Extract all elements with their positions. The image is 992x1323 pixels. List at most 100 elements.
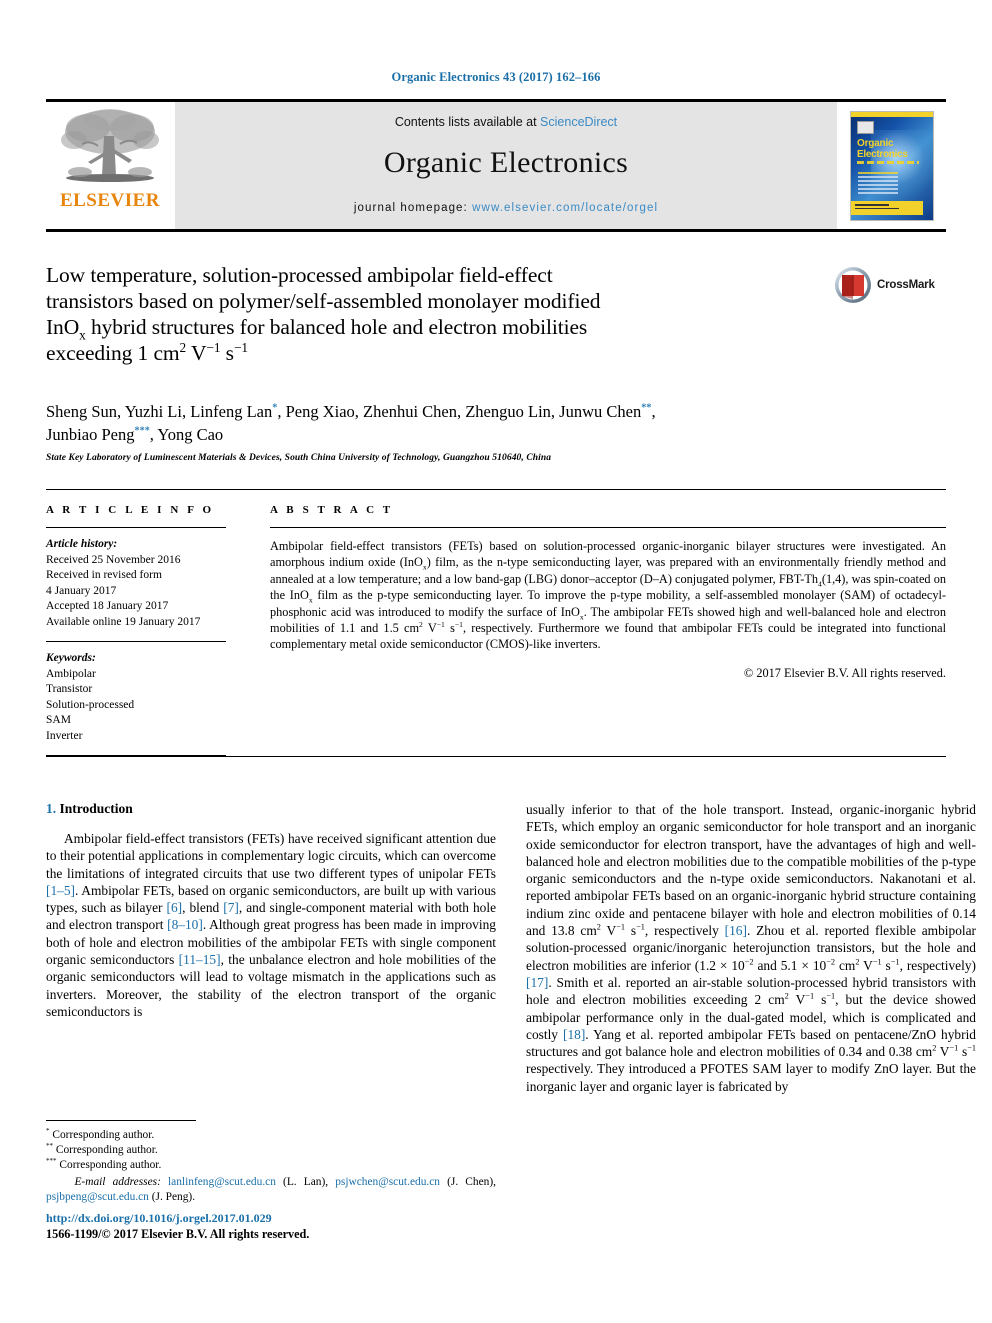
- body-column-left: 1. Introduction Ambipolar field-effect t…: [46, 801, 496, 1095]
- citation-1-5[interactable]: [1–5]: [46, 883, 75, 898]
- body-columns: 1. Introduction Ambipolar field-effect t…: [46, 801, 976, 1095]
- citation-7[interactable]: [7]: [223, 900, 239, 915]
- lcol-a: Ambipolar field-effect transistors (FETs…: [46, 831, 496, 881]
- title-line-2: transistors based on polymer/self-assemb…: [46, 289, 601, 313]
- title-line-3a: InO: [46, 315, 80, 339]
- cover-image: Organic Electronics: [850, 110, 934, 221]
- crossmark-label: CrossMark: [877, 279, 935, 291]
- rcol-f: and 5.1 × 10: [753, 957, 827, 973]
- authors-line1b: , Peng Xiao, Zhenhui Chen, Zhenguo Lin, …: [277, 402, 642, 421]
- email-link-chen[interactable]: psjwchen@scut.edu.cn: [335, 1176, 440, 1188]
- rcol-m: s: [814, 992, 827, 1008]
- email-link-lan[interactable]: lanlinfeng@scut.edu.cn: [168, 1176, 276, 1188]
- history-item-3: Accepted 18 January 2017: [46, 600, 169, 612]
- rcol-b: V: [600, 923, 617, 939]
- rcol-sup-8: −1: [890, 957, 900, 967]
- homepage-prefix: journal homepage:: [353, 202, 473, 214]
- journal-homepage-link[interactable]: www.elsevier.com/locate/orgel: [472, 202, 658, 214]
- affiliation: State Key Laboratory of Luminescent Mate…: [46, 453, 552, 463]
- history-item-1: Received in revised form: [46, 569, 162, 581]
- elsevier-tree-icon: [61, 109, 159, 182]
- cover-small-logo: [857, 120, 874, 134]
- rcol-sup-10: −1: [805, 991, 815, 1001]
- keyword-0: Ambipolar: [46, 667, 96, 680]
- citation-6[interactable]: [6]: [167, 900, 183, 915]
- rcol-c: s: [625, 923, 637, 939]
- footnote-emails: E-mail addresses: lanlinfeng@scut.edu.cn…: [46, 1175, 496, 1205]
- issn-copyright-line: 1566-1199/© 2017 Elsevier B.V. All right…: [46, 1227, 310, 1241]
- history-item-4: Available online 19 January 2017: [46, 615, 201, 628]
- keyword-2: Solution-processed: [46, 698, 135, 711]
- article-history-label: Article history:: [46, 538, 118, 550]
- citation-16[interactable]: [16]: [725, 923, 747, 938]
- lcol-c: , blend: [182, 900, 224, 916]
- rcol-sup-7: −1: [872, 957, 882, 967]
- citation-11-15[interactable]: [11–15]: [179, 952, 221, 967]
- rcol-l: V: [788, 992, 806, 1008]
- author-star-2[interactable]: **: [641, 403, 651, 414]
- keyword-4: Inverter: [46, 729, 83, 742]
- doi-block: http://dx.doi.org/10.1016/j.orgel.2017.0…: [46, 1210, 506, 1242]
- running-head: Organic Electronics 43 (2017) 162–166: [391, 70, 601, 84]
- title-block: Low temperature, solution-processed ambi…: [46, 262, 946, 382]
- author-list: Sheng Sun, Yuzhi Li, Linfeng Lan*, Peng …: [46, 400, 946, 446]
- authors-line2a: Junbiao Peng: [46, 425, 135, 444]
- section-title: Introduction: [59, 801, 133, 816]
- abstract-column: A B S T R A C T Ambipolar field-effect t…: [242, 490, 946, 756]
- keywords-block: Keywords: Ambipolar Transistor Solution-…: [46, 642, 226, 755]
- rcol-sup-5: −2: [826, 957, 836, 967]
- masthead-center: Contents lists available at ScienceDirec…: [174, 102, 838, 229]
- rcol-sup-2: −1: [616, 922, 626, 932]
- rcol-r: respectively. They introduced a PFOTES S…: [526, 1061, 976, 1094]
- info-abstract-bottom-rule: [46, 756, 946, 757]
- paper-page: Organic Electronics 43 (2017) 162–166 EL…: [0, 0, 992, 1323]
- journal-homepage-line: journal homepage: www.elsevier.com/locat…: [354, 202, 658, 214]
- cover-title-line2: Electronics: [857, 148, 908, 160]
- email-owner-lan: (L. Lan),: [275, 1175, 336, 1188]
- title-line-3b: hybrid structures for balanced hole and …: [85, 315, 588, 339]
- abs-seg-f: V: [422, 621, 437, 636]
- crossmark-icon: [834, 266, 872, 304]
- abstract-heading: A B S T R A C T: [270, 504, 394, 516]
- email-owner-chen: (J. Chen),: [440, 1175, 496, 1188]
- sciencedirect-link[interactable]: ScienceDirect: [540, 115, 617, 129]
- keyword-3: SAM: [46, 714, 71, 726]
- abstract-copyright: © 2017 Elsevier B.V. All rights reserved…: [743, 665, 946, 680]
- footnote-2-mark: **: [46, 1142, 54, 1151]
- email-addresses-label: E-mail addresses:: [74, 1175, 161, 1188]
- doi-link[interactable]: http://dx.doi.org/10.1016/j.orgel.2017.0…: [46, 1210, 506, 1226]
- rcol-sup-11: −1: [826, 991, 836, 1001]
- contents-available-line: Contents lists available at ScienceDirec…: [395, 115, 617, 129]
- rcol-sup-4: −2: [744, 957, 754, 967]
- citation-18[interactable]: [18]: [563, 1027, 585, 1042]
- footnote-2-text: Corresponding author.: [53, 1144, 158, 1157]
- rcol-h: V: [859, 957, 873, 973]
- rcol-i: s: [881, 957, 891, 973]
- article-info-rule-bottom: [46, 755, 226, 756]
- author-star-3[interactable]: ***: [134, 426, 149, 437]
- cover-subtitle-rule: [857, 160, 919, 164]
- abs-seg-g: s: [444, 621, 455, 636]
- cover-top-bar: [851, 111, 933, 117]
- rcol-g: cm: [835, 957, 856, 973]
- authors-line2b: , Yong Cao: [149, 425, 224, 444]
- article-info-heading: A R T I C L E I N F O: [46, 504, 215, 516]
- info-abstract-region: A R T I C L E I N F O Article history: R…: [46, 489, 946, 756]
- rcol-a: usually inferior to that of the hole tra…: [526, 802, 976, 939]
- contents-prefix: Contents lists available at: [394, 115, 541, 129]
- cover-editor-lines: [858, 171, 898, 196]
- rcol-sup-14: −1: [967, 1043, 977, 1053]
- rcol-d: , respectively: [644, 923, 725, 939]
- email-link-peng[interactable]: psjbpeng@scut.edu.cn: [46, 1191, 149, 1203]
- rcol-p: V: [936, 1044, 950, 1060]
- footnote-3-text: Corresponding author.: [56, 1159, 162, 1172]
- title-line-4c: s: [220, 341, 234, 365]
- citation-8-10[interactable]: [8–10]: [167, 917, 203, 932]
- footnote-1: * Corresponding author.: [46, 1128, 496, 1143]
- article-info-column: A R T I C L E I N F O Article history: R…: [46, 490, 242, 756]
- crossmark-badge[interactable]: CrossMark: [834, 262, 946, 308]
- title-sup-v: −1: [206, 339, 221, 355]
- journal-masthead: ELSEVIER Contents lists available at Sci…: [46, 99, 946, 229]
- history-item-2: 4 January 2017: [46, 584, 117, 597]
- citation-17[interactable]: [17]: [526, 975, 548, 990]
